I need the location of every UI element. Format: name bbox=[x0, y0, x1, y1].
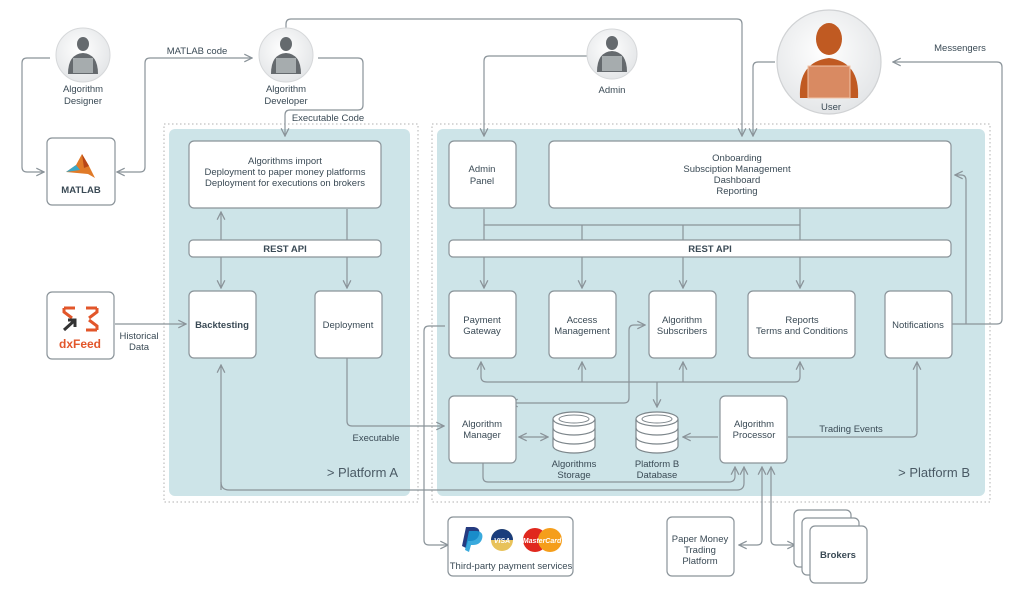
database-icon bbox=[552, 411, 596, 454]
actor-algorithm-designer[interactable]: Algorithm Designer bbox=[55, 27, 111, 107]
algorithm-processor-box[interactable]: Algorithm Processor bbox=[719, 395, 788, 464]
backtesting-label: Backtesting bbox=[195, 320, 249, 331]
rest-api-b[interactable]: REST API bbox=[448, 239, 952, 258]
visa-icon: VISA bbox=[491, 529, 513, 551]
edge-label-executable-code: Executable Code bbox=[292, 113, 364, 124]
matlab-label: MATLAB bbox=[61, 185, 101, 196]
actor-label: Algorithm Designer bbox=[63, 84, 103, 107]
access-management-box[interactable]: Access Management bbox=[548, 290, 617, 359]
edge-label-historical-data: Historical Data bbox=[119, 331, 158, 353]
algorithm-subscribers-box[interactable]: Algorithm Subscribers bbox=[648, 290, 717, 359]
edge-label-executable: Executable bbox=[352, 433, 399, 444]
algorithm-subscribers-label: Algorithm Subscribers bbox=[657, 315, 707, 337]
actor-label: Admin bbox=[599, 85, 626, 96]
algorithms-storage-label: Algorithms Storage bbox=[552, 459, 597, 481]
platform-a-label: > Platform A bbox=[327, 465, 398, 480]
algorithms-import-box[interactable]: Algorithms import Deployment to paper mon… bbox=[188, 140, 382, 209]
admin-panel-label: Admin Panel bbox=[469, 164, 496, 187]
database-icon bbox=[635, 411, 679, 454]
rest-api-a[interactable]: REST API bbox=[188, 239, 382, 258]
brokers-box[interactable]: Brokers bbox=[793, 509, 868, 584]
platform-b-database[interactable]: Platform B Database bbox=[635, 411, 679, 481]
notifications-label: Notifications bbox=[892, 320, 944, 331]
dxfeed-box[interactable]: dxFeed bbox=[46, 291, 115, 360]
deployment-label: Deployment bbox=[323, 320, 374, 331]
rest-api-b-label: REST API bbox=[688, 244, 731, 255]
dxfeed-label: dxFeed bbox=[59, 337, 101, 351]
admin-panel-box[interactable]: Admin Panel bbox=[448, 140, 517, 209]
algorithm-manager-box[interactable]: Algorithm Manager bbox=[448, 395, 517, 464]
edge-label-messengers: Messengers bbox=[934, 43, 986, 54]
notifications-box[interactable]: Notifications bbox=[884, 290, 953, 359]
payment-services-label: Third-party payment services bbox=[450, 561, 573, 572]
deployment-box[interactable]: Deployment bbox=[314, 290, 383, 359]
architecture-diagram: > Platform A > Platform B Algorithm Desi… bbox=[21, 9, 1003, 584]
actor-label: Algorithm Developer bbox=[264, 84, 307, 107]
actor-algorithm-developer[interactable]: Algorithm Developer bbox=[258, 27, 314, 107]
onboarding-box[interactable]: Onboarding Subsciption Management Dashboar… bbox=[548, 140, 952, 209]
brokers-label: Brokers bbox=[820, 550, 856, 561]
algorithm-manager-label: Algorithm Manager bbox=[462, 419, 502, 441]
algorithms-storage[interactable]: Algorithms Storage bbox=[552, 411, 597, 481]
platform-b-database-label: Platform B Database bbox=[635, 459, 679, 481]
reports-box[interactable]: Reports Terms and Conditions bbox=[747, 290, 856, 359]
actor-admin[interactable]: Admin bbox=[586, 28, 638, 96]
mastercard-icon: MasterCard bbox=[523, 528, 562, 552]
payment-gateway-label: Payment Gateway bbox=[463, 315, 501, 337]
edge-label-matlab-code: MATLAB code bbox=[167, 46, 228, 57]
edge-label-trading-events: Trading Events bbox=[819, 424, 883, 435]
rest-api-a-label: REST API bbox=[263, 244, 306, 255]
backtesting-box[interactable]: Backtesting bbox=[188, 290, 257, 359]
algorithm-processor-label: Algorithm Processor bbox=[733, 419, 776, 441]
matlab-box[interactable]: MATLAB bbox=[46, 137, 116, 206]
payment-services-box[interactable]: VISA MasterCard Third-party payment serv… bbox=[447, 516, 574, 577]
paper-money-platform-box[interactable]: Paper Money Trading Platform bbox=[666, 516, 735, 577]
svg-text:MasterCard: MasterCard bbox=[523, 538, 562, 545]
platform-b-label: > Platform B bbox=[898, 465, 970, 480]
svg-text:VISA: VISA bbox=[494, 538, 510, 545]
payment-gateway-box[interactable]: Payment Gateway bbox=[448, 290, 517, 359]
actor-user[interactable]: User bbox=[776, 9, 882, 115]
actor-label: User bbox=[821, 102, 841, 113]
